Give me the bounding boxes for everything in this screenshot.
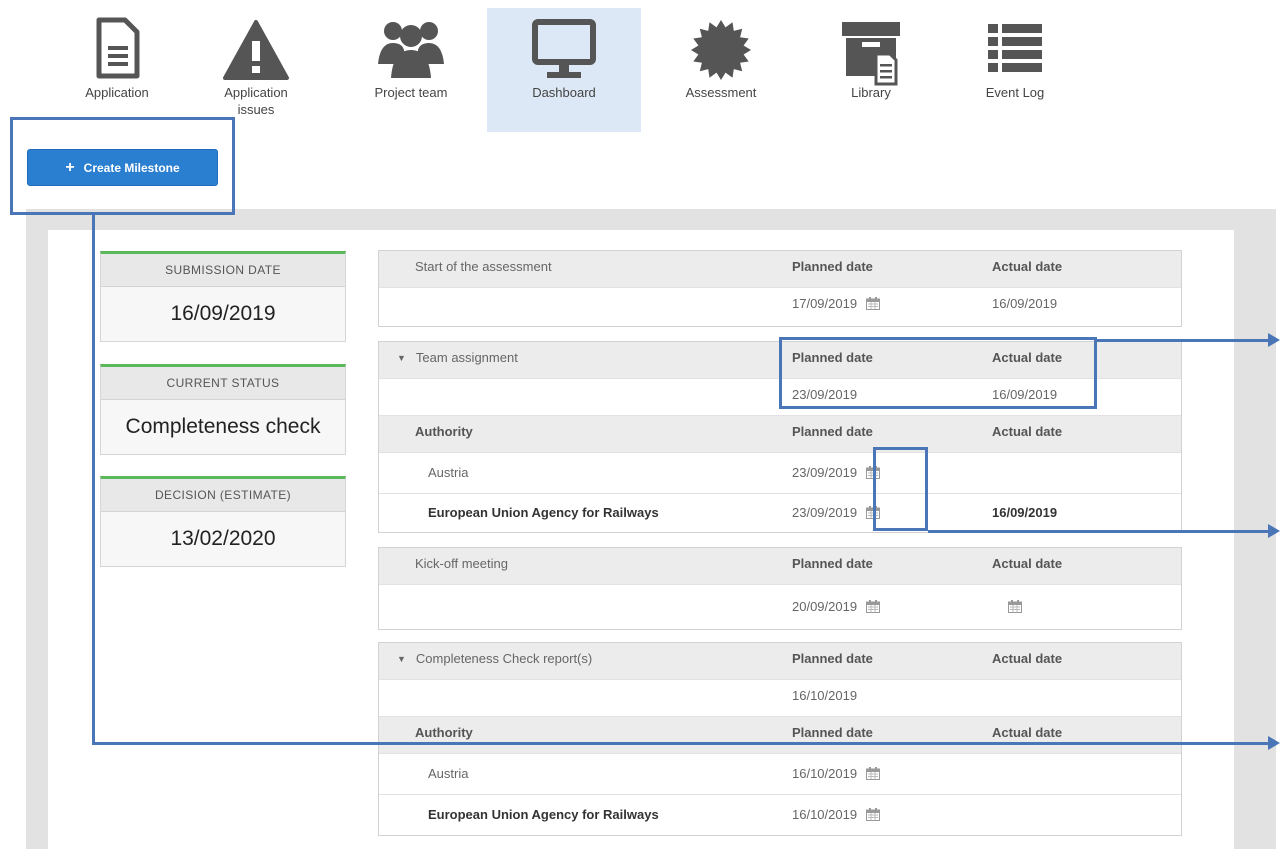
document-icon <box>96 17 140 79</box>
calendar-icon[interactable] <box>866 466 881 479</box>
planned-date-value: 23/09/2019 <box>792 453 881 493</box>
card-title: CURRENT STATUS <box>101 367 345 400</box>
calendar-icon[interactable] <box>866 808 881 821</box>
actual-date-header: Actual date <box>992 424 1063 439</box>
actual-date-header: Actual date <box>992 259 1063 274</box>
milestone-title[interactable]: ▼ Completeness Check report(s) <box>397 643 592 675</box>
planned-date-value: 16/10/2019 <box>792 688 858 703</box>
actual-date-value: 16/09/2019 <box>992 296 1058 311</box>
planned-date-value: 17/09/2019 <box>792 288 881 320</box>
badge-icon <box>691 20 751 80</box>
monitor-icon <box>532 19 596 78</box>
milestone-completeness-check: ▼ Completeness Check report(s) Planned da… <box>378 642 1182 836</box>
planned-date-header: Planned date <box>792 725 873 740</box>
actual-date-header: Actual date <box>992 350 1063 365</box>
users-icon <box>378 22 444 78</box>
milestone-start-assessment: Start of the assessment Planned date Act… <box>378 250 1182 327</box>
nav-event-log[interactable]: Event Log <box>955 8 1075 132</box>
authority-name: European Union Agency for Railways <box>428 807 659 822</box>
authority-name: European Union Agency for Railways <box>428 505 659 520</box>
card-value: 13/02/2020 <box>170 527 276 550</box>
authority-name: Austria <box>428 766 469 781</box>
nav-label: Dashboard <box>532 85 596 100</box>
nav-assessment[interactable]: Assessment <box>660 8 782 132</box>
planned-date-header: Planned date <box>792 259 873 274</box>
nav-library[interactable]: Library <box>810 8 932 132</box>
nav-dashboard[interactable]: Dashboard <box>487 8 641 132</box>
nav-application-issues[interactable]: Application issues <box>196 8 316 132</box>
submission-date-card: SUBMISSION DATE 16/09/2019 <box>100 251 346 342</box>
caret-down-icon[interactable]: ▼ <box>397 643 406 675</box>
actual-date-value: 16/09/2019 <box>992 387 1058 402</box>
calendar-icon[interactable] <box>866 297 881 310</box>
authority-header: Authority <box>415 725 473 740</box>
actual-date-header: Actual date <box>992 556 1063 571</box>
authority-header: Authority <box>415 424 473 439</box>
planned-date-header: Planned date <box>792 424 873 439</box>
create-milestone-button[interactable]: + Create Milestone <box>27 149 218 186</box>
nav-application[interactable]: Application <box>58 8 176 132</box>
planned-date-value: 23/09/2019 <box>792 387 858 402</box>
milestone-team-assignment: ▼ Team assignment Planned date Actual dat… <box>378 341 1182 533</box>
current-status-card: CURRENT STATUS Completeness check <box>100 364 346 455</box>
actual-date-value: 16/09/2019 <box>992 505 1058 520</box>
nav-label: Application issues <box>224 85 288 117</box>
milestone-kickoff-meeting: Kick-off meeting Planned date Actual dat… <box>378 547 1182 630</box>
warning-icon <box>223 20 289 80</box>
nav-project-team[interactable]: Project team <box>350 8 472 132</box>
archive-icon <box>842 22 900 86</box>
actual-date-value <box>992 585 1022 629</box>
planned-date-header: Planned date <box>792 556 873 571</box>
nav-label: Assessment <box>685 85 757 100</box>
milestone-title: Start of the assessment <box>415 259 552 274</box>
nav-label: Application <box>85 85 149 100</box>
planned-date-value: 23/09/2019 <box>792 494 881 532</box>
planned-date-value: 16/10/2019 <box>792 754 881 794</box>
authority-name: Austria <box>428 465 469 480</box>
decision-estimate-card: DECISION (ESTIMATE) 13/02/2020 <box>100 476 346 567</box>
calendar-icon[interactable] <box>866 600 881 613</box>
planned-date-header: Planned date <box>792 350 873 365</box>
caret-down-icon[interactable]: ▼ <box>397 342 406 374</box>
nav-label: Event Log <box>985 85 1045 100</box>
card-value: 16/09/2019 <box>170 302 276 325</box>
plus-icon: + <box>65 158 75 176</box>
milestone-title[interactable]: ▼ Team assignment <box>397 342 518 374</box>
actual-date-header: Actual date <box>992 651 1063 666</box>
list-icon <box>988 24 1042 72</box>
calendar-icon[interactable] <box>866 506 881 519</box>
nav-label: Project team <box>374 85 448 100</box>
planned-date-value: 20/09/2019 <box>792 585 881 629</box>
card-title: SUBMISSION DATE <box>101 254 345 287</box>
card-value: Completeness check <box>125 415 321 438</box>
planned-date-value: 16/10/2019 <box>792 795 881 835</box>
card-title: DECISION (ESTIMATE) <box>101 479 345 512</box>
create-milestone-label: Create Milestone <box>83 160 180 175</box>
calendar-icon[interactable] <box>1008 600 1022 613</box>
actual-date-header: Actual date <box>992 725 1063 740</box>
nav-label: Library <box>851 85 891 100</box>
calendar-icon[interactable] <box>866 767 881 780</box>
planned-date-header: Planned date <box>792 651 873 666</box>
milestone-title: Kick-off meeting <box>415 556 508 571</box>
